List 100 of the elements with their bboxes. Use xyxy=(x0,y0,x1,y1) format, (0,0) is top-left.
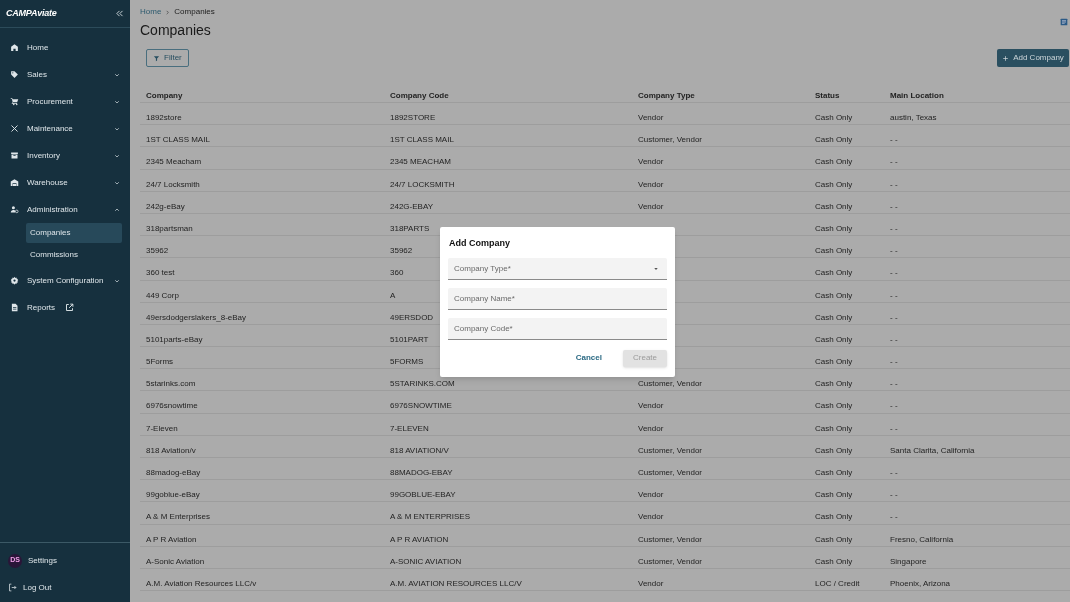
sidebar-subitem[interactable]: Companies xyxy=(26,223,122,243)
table-cell: 99goblue-eBay xyxy=(146,490,200,500)
table-cell: Vendor xyxy=(638,113,664,122)
table-cell: - - xyxy=(890,490,898,500)
chevron-right-icon xyxy=(165,9,171,15)
table-cell: Cash Only xyxy=(815,179,853,189)
table-cell: Cash Only xyxy=(815,468,853,477)
table-cell: Phoenix, Arizona xyxy=(890,578,951,588)
table-cell: Customer, Vendor xyxy=(638,135,703,145)
nav-item[interactable]: Inventory xyxy=(0,142,130,169)
table-cell: - - xyxy=(890,201,898,211)
table-cell: - - xyxy=(890,246,898,256)
table-cell: Cash Only xyxy=(815,246,853,256)
box-icon xyxy=(10,151,19,160)
table-cell: 88madog-eBay xyxy=(146,468,201,477)
table-cell: - - xyxy=(890,312,898,322)
table-cell: Cash Only xyxy=(815,135,853,145)
table-cell: 24/7 LOCKSMITH xyxy=(390,179,455,189)
table-cell: 5FORMS xyxy=(390,357,424,367)
table-cell: A.M. AVIATION RESOURCES LLC/V xyxy=(390,578,522,588)
column-header[interactable]: Company xyxy=(146,91,183,100)
filter-button[interactable]: Filter xyxy=(146,49,189,67)
nav-item[interactable]: Procurement xyxy=(0,88,130,115)
table-cell: austin, Texas xyxy=(890,113,937,122)
table-cell: Customer, Vendor xyxy=(638,534,703,544)
table-cell: 5starinks.com xyxy=(146,379,196,389)
panel-icon xyxy=(1060,18,1068,26)
logo: CAMPAviate xyxy=(6,6,57,20)
table-cell: - - xyxy=(890,135,898,145)
plus-icon xyxy=(1002,54,1010,62)
home-icon xyxy=(10,43,19,52)
table-cell: 242G-EBAY xyxy=(390,201,433,211)
nav-item[interactable]: System Configuration xyxy=(0,267,130,294)
table-cell: Santa Clarita, California xyxy=(890,445,975,455)
cancel-button[interactable]: Cancel xyxy=(565,349,612,367)
table-cell: Cash Only xyxy=(815,379,853,389)
table-cell: - - xyxy=(890,290,898,300)
table-cell: 449 Corp xyxy=(146,290,179,300)
table-cell: 1892STORE xyxy=(390,113,436,122)
table-cell: 1892store xyxy=(146,113,182,122)
table-cell: 318partsman xyxy=(146,223,193,233)
page-title: Companies xyxy=(140,21,211,40)
nav-item[interactable]: Reports xyxy=(0,294,130,321)
nav-item[interactable]: Administration xyxy=(0,196,130,223)
table-cell: - - xyxy=(890,468,898,477)
nav-item[interactable]: Sales xyxy=(0,61,130,88)
table-cell: Cash Only xyxy=(815,113,853,122)
table-cell: A P R Aviation xyxy=(146,534,197,544)
table-cell: 99GOBLUE-EBAY xyxy=(390,490,456,500)
input-field[interactable]: Company Code* xyxy=(448,317,667,340)
table-cell: Vendor xyxy=(638,157,664,167)
logout-icon xyxy=(8,583,17,592)
table-cell: 360 test xyxy=(146,268,175,278)
dropdown-caret-icon xyxy=(653,265,659,272)
settings-icon xyxy=(10,276,19,285)
table-cell: A-Sonic Aviation xyxy=(146,556,205,566)
table-cell: A-SONIC AVIATION xyxy=(390,556,462,566)
table-cell: 2345 Meacham xyxy=(146,157,202,167)
table-cell: Vendor xyxy=(638,490,664,500)
table-cell: 7-ELEVEN xyxy=(390,423,429,433)
table-cell: 49ersdodgerslakers_8-eBay xyxy=(146,312,247,322)
table-cell: Vendor xyxy=(638,179,664,189)
column-header[interactable]: Company Code xyxy=(390,91,449,100)
table-cell: - - xyxy=(890,512,898,522)
add-company-button[interactable]: Add Company xyxy=(997,49,1069,67)
document-icon xyxy=(10,303,19,312)
nav-item[interactable]: Home xyxy=(0,34,130,61)
table-cell: Cash Only xyxy=(815,157,853,167)
table-cell: 818 AVIATION/V xyxy=(390,445,449,455)
table-cell: LOC / Credit xyxy=(815,578,860,588)
tag-icon xyxy=(10,70,19,79)
table-cell: Vendor xyxy=(638,512,664,522)
table-cell: 5101parts-eBay xyxy=(146,334,203,344)
table-cell: Cash Only xyxy=(815,223,853,233)
table-cell: 6976SNOWTIME xyxy=(390,401,452,411)
table-cell: 1ST CLASS MAIL xyxy=(146,135,210,145)
nav-item[interactable]: Log Out xyxy=(0,574,130,601)
table-cell: Cash Only xyxy=(815,201,853,211)
select-field[interactable]: Company Type* xyxy=(448,257,667,280)
table-cell: Vendor xyxy=(638,578,664,588)
table-cell: - - xyxy=(890,334,898,344)
table-cell: 49ERSDOD xyxy=(390,312,434,322)
table-cell: Cash Only xyxy=(815,423,853,433)
collapse-icon xyxy=(115,9,124,18)
table-cell: Fresno, California xyxy=(890,534,954,544)
table-cell: 35962 xyxy=(390,246,413,256)
sidebar-subitem[interactable]: Commissions xyxy=(26,245,122,265)
warehouse-icon xyxy=(10,178,19,187)
nav-item[interactable]: Maintenance xyxy=(0,115,130,142)
table-cell: A & M ENTERPRISES xyxy=(390,512,471,522)
column-header[interactable]: Status xyxy=(815,91,840,100)
column-header[interactable]: Company Type xyxy=(638,91,695,100)
table-cell: 2345 MEACHAM xyxy=(390,157,451,167)
column-header[interactable]: Main Location xyxy=(890,91,944,100)
table-cell: 360 xyxy=(390,268,404,278)
table-cell: - - xyxy=(890,423,898,433)
table-cell: Cash Only xyxy=(815,290,853,300)
nav-item[interactable]: Warehouse xyxy=(0,169,130,196)
input-field[interactable]: Company Name* xyxy=(448,287,667,310)
table-cell: Cash Only xyxy=(815,512,853,522)
